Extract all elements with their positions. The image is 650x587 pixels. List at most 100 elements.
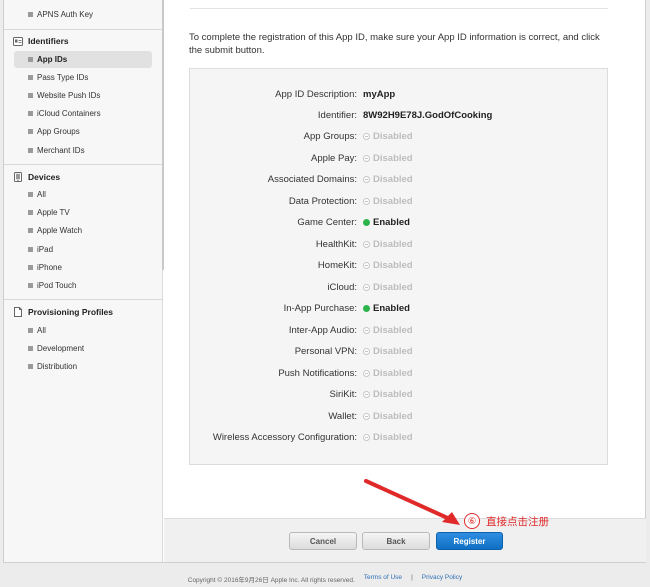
sidebar: APNS Auth Key Identifiers App IDs Pass T… (4, 0, 163, 562)
service-row: iCloud: Disabled (190, 282, 609, 296)
service-row: App Groups: Disabled (190, 131, 609, 145)
sidebar-item-development[interactable]: Development (14, 340, 152, 357)
sidebar-item-label: iPhone (37, 263, 62, 272)
sidebar-item-website-push-ids[interactable]: Website Push IDs (14, 87, 152, 104)
device-icon (13, 172, 23, 182)
sidebar-item-iphone[interactable]: iPhone (14, 259, 152, 276)
disabled-status-icon (363, 241, 370, 248)
service-status-text: Disabled (373, 239, 413, 250)
sidebar-item-label: All (37, 326, 46, 335)
sidebar-item-label: APNS Auth Key (37, 10, 94, 19)
service-status-text: Disabled (373, 411, 413, 422)
sidebar-item-label: Apple TV (37, 208, 70, 217)
service-row: HomeKit: Disabled (190, 260, 609, 274)
sidebar-item-apple-tv[interactable]: Apple TV (14, 204, 152, 221)
section-title: Devices (28, 172, 61, 182)
service-status: Disabled (363, 196, 413, 207)
sidebar-item-app-groups[interactable]: App Groups (14, 123, 152, 140)
bullet-icon (28, 12, 33, 17)
footer-separator: | (411, 574, 413, 581)
section-provisioning-profiles: Provisioning Profiles (13, 305, 113, 319)
divider (190, 8, 608, 9)
service-status: Disabled (363, 389, 413, 400)
detail-label: App ID Description: (275, 89, 357, 100)
privacy-policy-link[interactable]: Privacy Policy (422, 574, 462, 584)
service-label: Wallet: (328, 411, 357, 422)
sidebar-item-ipod-touch[interactable]: iPod Touch (14, 277, 152, 294)
bullet-icon (28, 148, 33, 153)
sidebar-item-apns-auth-key[interactable]: APNS Auth Key (14, 6, 152, 23)
back-button[interactable]: Back (362, 532, 430, 550)
disabled-status-icon (363, 284, 370, 291)
divider (4, 29, 163, 30)
service-row: SiriKit: Disabled (190, 389, 609, 403)
sidebar-item-merchant-ids[interactable]: Merchant IDs (14, 142, 152, 159)
service-label: HealthKit: (315, 239, 357, 250)
sidebar-item-ipad[interactable]: iPad (14, 241, 152, 258)
step-number-badge: ⑥ (464, 513, 480, 529)
service-status: Disabled (363, 346, 413, 357)
register-button[interactable]: Register (436, 532, 503, 550)
service-status-text: Enabled (373, 217, 410, 228)
detail-label: Identifier: (317, 110, 357, 121)
service-status: Disabled (363, 131, 413, 142)
service-status: Disabled (363, 432, 413, 443)
bullet-icon (28, 364, 33, 369)
service-label: Inter-App Audio: (288, 325, 357, 336)
disabled-status-icon (363, 133, 370, 140)
bullet-icon (28, 228, 33, 233)
service-label: Push Notifications: (278, 368, 357, 379)
enabled-status-icon (363, 219, 370, 226)
service-label: HomeKit: (317, 260, 357, 271)
section-devices: Devices (13, 170, 60, 184)
id-card-icon (13, 36, 23, 46)
service-row: Apple Pay: Disabled (190, 153, 609, 167)
disabled-status-icon (363, 413, 370, 420)
sidebar-item-profiles-all[interactable]: All (14, 322, 152, 339)
service-row: Associated Domains: Disabled (190, 174, 609, 188)
bullet-icon (28, 129, 33, 134)
service-label: Personal VPN: (294, 346, 357, 357)
app-id-summary-panel: App ID Description: myApp Identifier: 8W… (189, 68, 608, 465)
annotation-text: 直接点击注册 (486, 516, 549, 528)
bullet-icon (28, 346, 33, 351)
sidebar-item-pass-type-ids[interactable]: Pass Type IDs (14, 69, 152, 86)
bullet-icon (28, 192, 33, 197)
sidebar-item-label: Distribution (37, 362, 78, 371)
cancel-button[interactable]: Cancel (289, 532, 357, 550)
service-status-text: Disabled (373, 432, 413, 443)
service-status: Enabled (363, 217, 410, 228)
detail-value: myApp (363, 89, 396, 100)
service-row: Wireless Accessory Configuration: Disable… (190, 432, 609, 446)
sidebar-item-label: All (37, 190, 46, 199)
service-status-text: Disabled (373, 153, 413, 164)
sidebar-item-label: iPod Touch (37, 281, 77, 290)
section-title: Identifiers (28, 36, 69, 46)
disabled-status-icon (363, 327, 370, 334)
bullet-icon (28, 57, 33, 62)
sidebar-item-label: Apple Watch (37, 226, 83, 235)
copyright-footer: Copyright © 2016年9月26日 Apple Inc. All ri… (0, 574, 650, 584)
service-row: Push Notifications: Disabled (190, 368, 609, 382)
sidebar-item-label: App Groups (37, 127, 80, 136)
sidebar-item-label: Merchant IDs (37, 146, 85, 155)
service-status-text: Disabled (373, 325, 413, 336)
service-status-text: Enabled (373, 303, 410, 314)
copyright-text: Copyright © 2016年9月26日 Apple Inc. All ri… (187, 577, 355, 584)
sidebar-item-devices-all[interactable]: All (14, 186, 152, 203)
service-label: App Groups: (303, 131, 357, 142)
service-status: Enabled (363, 303, 410, 314)
sidebar-item-distribution[interactable]: Distribution (14, 358, 152, 375)
service-label: In-App Purchase: (283, 303, 357, 314)
terms-of-use-link[interactable]: Terms of Use (364, 574, 402, 584)
sidebar-item-app-ids[interactable]: App IDs (14, 51, 152, 68)
sidebar-item-apple-watch[interactable]: Apple Watch (14, 222, 152, 239)
service-label: Apple Pay: (311, 153, 357, 164)
service-status: Disabled (363, 325, 413, 336)
service-status: Disabled (363, 411, 413, 422)
service-status: Disabled (363, 282, 413, 293)
service-row: Wallet: Disabled (190, 411, 609, 425)
sidebar-item-icloud-containers[interactable]: iCloud Containers (14, 105, 152, 122)
service-status-text: Disabled (373, 174, 413, 185)
divider (4, 164, 163, 165)
